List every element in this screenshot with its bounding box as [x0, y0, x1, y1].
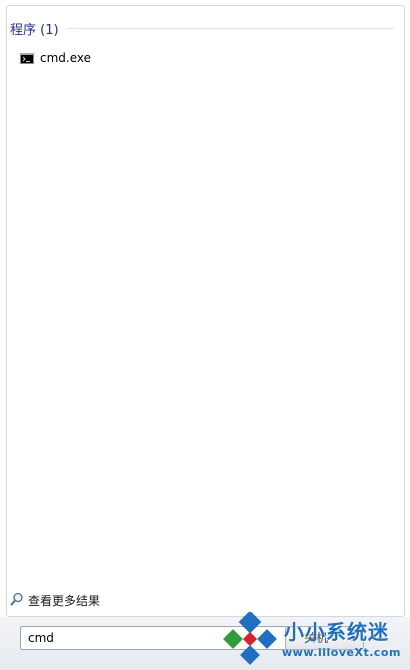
see-more-results-label: 查看更多结果 [28, 593, 101, 608]
result-item-cmd[interactable]: cmd.exe [20, 48, 220, 68]
magnifier-icon [10, 591, 24, 610]
search-results-pane [6, 5, 405, 617]
see-more-results-link[interactable]: 查看更多结果 [10, 590, 100, 610]
command-prompt-icon [20, 52, 34, 64]
site-watermark: 小小系统迷 www.iiloveXt.com [220, 608, 410, 670]
start-menu-search-panel: 程序 (1) cmd.exe 查看更多结果 关机 ▶ [0, 0, 410, 670]
watermark-title: 小小系统迷 [284, 620, 389, 644]
watermark-url: www.iiloveXt.com [282, 646, 401, 659]
result-item-label: cmd.exe [40, 51, 92, 65]
group-divider [66, 27, 394, 29]
watermark-logo [223, 612, 277, 665]
group-title-programs: 程序 (1) [10, 22, 59, 38]
results-group-header: 程序 (1) [10, 18, 394, 38]
